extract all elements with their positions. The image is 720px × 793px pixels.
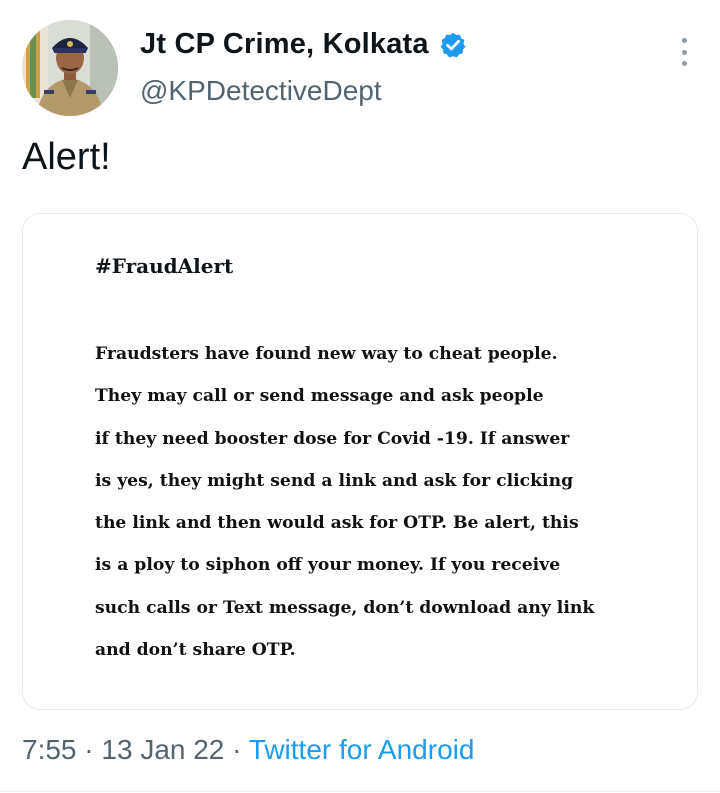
author-display-name[interactable]: Jt CP Crime, Kolkata — [140, 28, 429, 61]
tweet-text: Alert! — [22, 136, 111, 178]
notice-line: if they need booster dose for Covid -19.… — [95, 428, 570, 449]
notice-title: #FraudAlert — [95, 254, 234, 278]
tweet-metadata: 7:55 · 13 Jan 22 · Twitter for Android — [22, 734, 474, 766]
tweet-source-link[interactable]: Twitter for Android — [249, 734, 475, 765]
notice-body: Fraudsters have found new way to cheat p… — [95, 342, 594, 680]
notice-line: is a ploy to siphon off your money. If y… — [95, 555, 561, 576]
tweet-media-image[interactable]: #FraudAlert Fraudsters have found new wa… — [22, 213, 698, 710]
notice-line: and don’t share OTP. — [95, 640, 296, 661]
separator-dot: · — [232, 734, 242, 765]
tweet-date[interactable]: 13 Jan 22 — [101, 734, 224, 765]
avatar-photo — [22, 20, 118, 116]
more-options-icon[interactable] — [672, 36, 696, 68]
notice-line: is yes, they might send a link and ask f… — [95, 470, 574, 491]
notice-line: They may call or send message and ask pe… — [95, 386, 544, 407]
divider — [0, 791, 720, 792]
author-name-row[interactable]: Jt CP Crime, Kolkata — [140, 28, 467, 61]
notice-line: Fraudsters have found new way to cheat p… — [95, 344, 558, 364]
avatar[interactable] — [22, 20, 118, 116]
tweet-time[interactable]: 7:55 — [22, 734, 77, 765]
notice-line: such calls or Text message, don’t downlo… — [95, 597, 595, 618]
notice-line: the link and then would ask for OTP. Be … — [95, 513, 579, 534]
verified-badge-icon — [440, 32, 466, 57]
author-handle[interactable]: @KPDetectiveDept — [140, 75, 382, 107]
separator-dot: · — [84, 734, 94, 765]
